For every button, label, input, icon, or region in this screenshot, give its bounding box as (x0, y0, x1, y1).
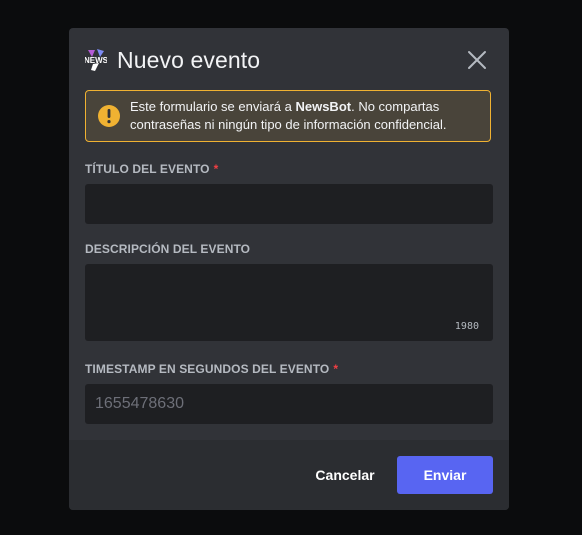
cancel-button[interactable]: Cancelar (309, 456, 381, 494)
required-mark: * (213, 162, 219, 176)
bot-name: NewsBot (295, 99, 352, 114)
modal-header: NEWS Nuevo evento (85, 44, 260, 76)
required-mark: * (333, 362, 339, 376)
warning-icon (98, 105, 120, 127)
title-field-label: Título del evento * (85, 162, 219, 176)
description-field-label: Descripción del evento (85, 242, 251, 256)
timestamp-field-label: Timestamp en segundos del evento * (85, 362, 339, 376)
warning-text: Este formulario se enviará a NewsBot. No… (130, 99, 447, 132)
svg-text:NEWS: NEWS (85, 56, 107, 65)
char-counter: 1980 (454, 321, 479, 332)
close-icon (468, 51, 486, 69)
event-description-wrapper: 1980 (85, 264, 493, 341)
event-modal: NEWS Nuevo evento Este formulario se env… (69, 28, 509, 510)
modal-footer: Cancelar Enviar (69, 440, 509, 510)
warning-notice: Este formulario se enviará a NewsBot. No… (85, 90, 491, 142)
event-description-input[interactable] (85, 264, 493, 341)
event-timestamp-input[interactable] (85, 384, 493, 424)
event-title-input[interactable] (85, 184, 493, 224)
submit-button[interactable]: Enviar (397, 456, 493, 494)
close-button[interactable] (465, 48, 489, 72)
modal-title: Nuevo evento (117, 46, 261, 73)
newsbot-logo-icon: NEWS (85, 48, 107, 72)
